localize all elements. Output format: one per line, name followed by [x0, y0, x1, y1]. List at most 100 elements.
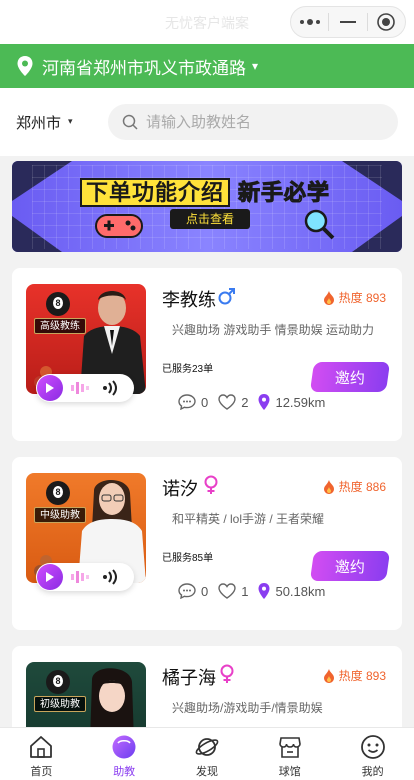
tab-label: 我的	[361, 766, 384, 778]
search-icon	[122, 114, 138, 130]
service-tags: 和平精英 / lol手游 / 王者荣耀	[172, 512, 325, 526]
speaker-icon	[103, 380, 117, 396]
served-count: 已服务23单	[162, 364, 214, 375]
heat-value: 893	[365, 668, 386, 683]
tab-discover[interactable]: 发现	[166, 728, 249, 780]
coach-name: 李教练	[162, 290, 216, 310]
speaker-icon	[103, 569, 117, 585]
distance-stat: 12.59km	[258, 394, 325, 410]
comment-icon	[178, 394, 196, 410]
tutorial-banner[interactable]: 下单功能介绍 新手必学 点击查看	[12, 161, 402, 252]
flame-icon	[323, 479, 334, 494]
distance-stat: 50.18km	[258, 583, 325, 599]
billiard-ball-icon	[46, 481, 70, 505]
gamepad-icon	[95, 214, 143, 238]
coach-icon	[112, 735, 136, 759]
more-dots-icon[interactable]	[291, 7, 328, 37]
served-count: 已服务85单	[162, 553, 214, 564]
voice-intro-player[interactable]	[36, 374, 134, 402]
coach-card[interactable]: 高级教练 李教练 热度 893 兴趣助场 游戏助	[12, 268, 402, 441]
comments-stat[interactable]: 0	[178, 583, 208, 599]
invite-label: 邀约	[334, 558, 365, 576]
heat-value: 886	[365, 479, 386, 494]
location-bar[interactable]: 河南省郑州市巩义市政通路 ▾	[0, 44, 414, 88]
location-pin-icon	[17, 56, 33, 76]
coach-name: 橘子海	[162, 668, 216, 688]
comment-icon	[178, 583, 196, 599]
city-selector[interactable]: 郑州市	[16, 112, 61, 133]
comments-count: 0	[201, 394, 209, 410]
tab-venue[interactable]: 球馆	[248, 728, 331, 780]
heat-label: 热度	[338, 291, 363, 305]
heart-icon	[218, 583, 236, 599]
play-icon[interactable]	[37, 564, 63, 590]
tab-label: 助教	[113, 766, 136, 778]
service-tags: 兴趣助场 游戏助手 情景助娱 运动助力	[172, 323, 375, 337]
title-bar: 无忧客户端案	[0, 0, 414, 44]
coach-photo[interactable]: 初级助教	[26, 662, 146, 727]
invite-button[interactable]: 邀约	[309, 551, 391, 581]
waveform-icon	[71, 571, 89, 583]
tab-coach[interactable]: 助教	[83, 728, 166, 780]
invite-button[interactable]: 邀约	[309, 362, 391, 392]
heat-indicator: 热度 893	[323, 667, 386, 684]
distance-value: 50.18km	[275, 583, 326, 599]
coach-portrait	[90, 668, 134, 727]
coach-stats: 0 2 12.59km	[178, 394, 335, 410]
record-icon[interactable]	[368, 7, 405, 37]
banner-title-part2: 新手必学	[238, 180, 331, 206]
service-tags: 兴趣助场/游戏助手/情景助娱	[172, 701, 323, 715]
comments-count: 0	[201, 583, 209, 599]
tab-label: 发现	[195, 766, 218, 778]
coach-stats: 0 1 50.18km	[178, 583, 335, 599]
flame-icon	[323, 668, 334, 683]
search-row: 郑州市 ▾	[0, 88, 414, 156]
location-pin-icon	[258, 394, 270, 410]
heat-label: 热度	[338, 480, 363, 494]
female-icon	[220, 664, 234, 683]
search-input[interactable]	[146, 113, 366, 131]
billiard-ball-icon	[46, 670, 70, 694]
distance-value: 12.59km	[275, 394, 326, 410]
tab-label: 首页	[30, 766, 53, 778]
magnifier-icon	[304, 209, 335, 240]
tab-home[interactable]: 首页	[0, 728, 83, 780]
invite-label: 邀约	[334, 369, 365, 387]
voice-intro-player[interactable]	[36, 563, 134, 591]
tab-mine[interactable]: 我的	[331, 728, 414, 780]
billiard-ball-icon	[46, 292, 70, 316]
home-icon	[30, 736, 53, 758]
mini-program-capsule	[290, 6, 406, 38]
shop-icon	[278, 737, 301, 758]
coach-card[interactable]: 中级助教 诺汐 热度 886 和平精英 / lo	[12, 457, 402, 630]
minimize-icon[interactable]	[329, 7, 366, 37]
banner-cta-button[interactable]: 点击查看	[170, 209, 250, 229]
likes-stat[interactable]: 1	[218, 583, 248, 599]
heart-icon	[218, 394, 236, 410]
tab-label: 球馆	[278, 766, 301, 778]
heat-value: 893	[365, 290, 386, 305]
likes-count: 1	[241, 583, 249, 599]
play-icon[interactable]	[37, 375, 63, 401]
banner-title: 下单功能介绍 新手必学	[80, 175, 330, 207]
bottom-tab-bar: 首页 助教 发现 球馆 我的	[0, 727, 414, 780]
likes-stat[interactable]: 2	[218, 394, 248, 410]
coach-card[interactable]: 初级助教 橘子海 热度 893 兴趣助场/游戏助手/情景助娱	[12, 646, 402, 727]
banner-title-part1: 下单功能介绍	[80, 178, 231, 207]
chevron-down-icon: ▾	[252, 59, 259, 73]
smile-icon	[360, 735, 385, 759]
coach-name: 诺汐	[162, 479, 198, 499]
location-address: 河南省郑州市巩义市政通路	[42, 58, 246, 78]
likes-count: 2	[241, 394, 249, 410]
planet-icon	[195, 738, 219, 756]
city-caret-icon[interactable]: ▾	[68, 116, 73, 127]
waveform-icon	[71, 382, 89, 394]
flame-icon	[323, 290, 334, 305]
heat-indicator: 热度 893	[323, 289, 386, 306]
search-box[interactable]	[108, 104, 398, 140]
location-pin-icon	[258, 583, 270, 599]
heat-label: 热度	[338, 669, 363, 683]
comments-stat[interactable]: 0	[178, 394, 208, 410]
female-icon	[204, 475, 218, 494]
male-icon	[218, 288, 235, 305]
